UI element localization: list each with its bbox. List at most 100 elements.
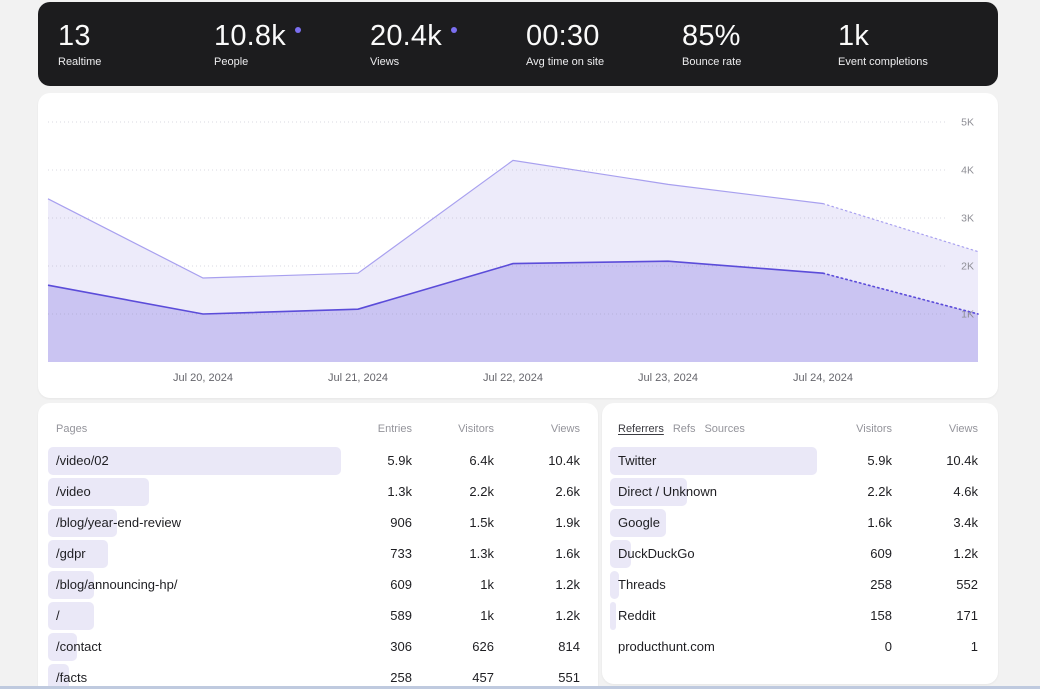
page-row-blog-year-end-review[interactable]: /blog/year-end-review9061.5k1.9k	[48, 507, 580, 538]
x-axis-label: Jul 21, 2024	[328, 372, 388, 384]
row-label-cell[interactable]: DuckDuckGo	[610, 538, 819, 569]
views-value: 1	[892, 639, 978, 654]
row-label-cell[interactable]: Direct / Unknown	[610, 476, 819, 507]
referrers-table-header: Referrers Refs Sources Visitors Views	[610, 417, 980, 441]
stat-event-completions[interactable]: 1k Event completions	[838, 20, 994, 68]
views-value: 1.9k	[494, 515, 580, 530]
stat-value-text: 10.8k	[214, 20, 286, 52]
stat-value-text: 00:30	[526, 20, 600, 52]
visitors-value: 5.9k	[819, 453, 892, 468]
stat-people[interactable]: 10.8k People	[214, 20, 370, 68]
traffic-chart: 1K2K3K4K5KJul 20, 2024Jul 21, 2024Jul 22…	[38, 93, 998, 398]
stat-label: Views	[370, 56, 526, 68]
visitors-value: 0	[819, 639, 892, 654]
row-label-cell[interactable]: /video/02	[48, 445, 342, 476]
views-value: 814	[494, 639, 580, 654]
stat-views[interactable]: 20.4kViews	[370, 20, 526, 68]
entries-value: 589	[342, 608, 412, 623]
entries-value: 5.9k	[342, 453, 412, 468]
page-path: /blog/announcing-hp/	[48, 577, 177, 592]
referrer-row-producthunt-com[interactable]: producthunt.com01	[610, 631, 980, 662]
row-label-cell[interactable]: /contact	[48, 631, 342, 662]
column-header-visitors: Visitors	[412, 423, 494, 435]
pages-table-header: Pages Entries Visitors Views	[48, 417, 580, 441]
page-row-facts[interactable]: /facts258457551	[48, 662, 580, 689]
views-value: 1.2k	[494, 608, 580, 623]
x-axis-label: Jul 20, 2024	[173, 372, 233, 384]
referrer-name: DuckDuckGo	[610, 546, 695, 561]
tab-refs[interactable]: Refs	[673, 423, 696, 435]
row-label-cell[interactable]: /blog/year-end-review	[48, 507, 342, 538]
tab-sources[interactable]: Sources	[704, 423, 744, 435]
stat-bounce-rate[interactable]: 85% Bounce rate	[682, 20, 838, 68]
stat-label: Realtime	[58, 56, 214, 68]
views-value: 1.2k	[892, 546, 978, 561]
row-label-cell[interactable]: Twitter	[610, 445, 819, 476]
page-row-video-02[interactable]: /video/025.9k6.4k10.4k	[48, 445, 580, 476]
row-label-cell[interactable]: /video	[48, 476, 342, 507]
chart-card: 1K2K3K4K5KJul 20, 2024Jul 21, 2024Jul 22…	[38, 93, 998, 398]
referrer-row-google[interactable]: Google1.6k3.4k	[610, 507, 980, 538]
row-label-cell[interactable]: /blog/announcing-hp/	[48, 569, 342, 600]
views-value: 551	[494, 670, 580, 685]
views-value: 10.4k	[892, 453, 978, 468]
row-label-cell[interactable]: producthunt.com	[610, 631, 819, 662]
views-value: 4.6k	[892, 484, 978, 499]
active-metric-dot-icon	[451, 27, 457, 33]
entries-value: 609	[342, 577, 412, 592]
page-path: /contact	[48, 639, 102, 654]
views-value: 3.4k	[892, 515, 978, 530]
referrer-name: Threads	[610, 577, 666, 592]
page-path: /	[48, 608, 60, 623]
y-axis-label: 3K	[961, 213, 974, 225]
stat-label: Event completions	[838, 56, 994, 68]
row-label-cell[interactable]: /	[48, 600, 342, 631]
y-axis-label: 2K	[961, 261, 974, 273]
page-row-contact[interactable]: /contact306626814	[48, 631, 580, 662]
active-metric-dot-icon	[295, 27, 301, 33]
visitors-value: 6.4k	[412, 453, 494, 468]
visitors-value: 1.6k	[819, 515, 892, 530]
stat-avg-time-on-site[interactable]: 00:30Avg time on site	[526, 20, 682, 68]
page-row-blog-announcing-hp[interactable]: /blog/announcing-hp/6091k1.2k	[48, 569, 580, 600]
row-label-cell[interactable]: Google	[610, 507, 819, 538]
page-path: /gdpr	[48, 546, 86, 561]
referrer-row-twitter[interactable]: Twitter 5.9k10.4k	[610, 445, 980, 476]
referrer-row-threads[interactable]: Threads258552	[610, 569, 980, 600]
page-row-root[interactable]: /5891k1.2k	[48, 600, 580, 631]
x-axis-label: Jul 24, 2024	[793, 372, 853, 384]
referrer-name: Reddit	[610, 608, 656, 623]
stat-value: 85%	[682, 20, 838, 52]
column-header-views: Views	[892, 423, 978, 435]
page-path: /blog/year-end-review	[48, 515, 181, 530]
stat-value-text: 85%	[682, 20, 741, 52]
stat-value: 1k	[838, 20, 994, 52]
stat-label: Bounce rate	[682, 56, 838, 68]
referrer-row-duckduckgo[interactable]: DuckDuckGo6091.2k	[610, 538, 980, 569]
visitors-value: 258	[819, 577, 892, 592]
row-label-cell[interactable]: /gdpr	[48, 538, 342, 569]
entries-value: 1.3k	[342, 484, 412, 499]
stat-value-text: 1k	[838, 20, 869, 52]
tab-referrers[interactable]: Referrers	[618, 423, 664, 435]
entries-value: 733	[342, 546, 412, 561]
referrers-card: Referrers Refs Sources Visitors Views Twit…	[602, 403, 998, 684]
stats-bar: 13 Realtime10.8k People20.4kViews00:30Avg …	[38, 2, 998, 86]
referrer-row-reddit[interactable]: Reddit158171	[610, 600, 980, 631]
referrer-row-direct-unknown[interactable]: Direct / Unknown2.2k4.6k	[610, 476, 980, 507]
entries-value: 258	[342, 670, 412, 685]
page-row-gdpr[interactable]: /gdpr7331.3k1.6k	[48, 538, 580, 569]
views-value: 1.6k	[494, 546, 580, 561]
stat-label: People	[214, 56, 370, 68]
stat-value-text: 13	[58, 20, 91, 52]
page-row-video[interactable]: /video1.3k2.2k2.6k	[48, 476, 580, 507]
row-label-cell[interactable]: /facts	[48, 662, 342, 689]
row-label-cell[interactable]: Reddit	[610, 600, 819, 631]
column-header-pages: Pages	[48, 423, 342, 435]
column-header-views: Views	[494, 423, 580, 435]
row-label-cell[interactable]: Threads	[610, 569, 819, 600]
column-header-visitors: Visitors	[819, 423, 892, 435]
referrer-name: Twitter	[610, 453, 656, 468]
page-path: /facts	[48, 670, 87, 685]
stat-realtime[interactable]: 13 Realtime	[58, 20, 214, 68]
